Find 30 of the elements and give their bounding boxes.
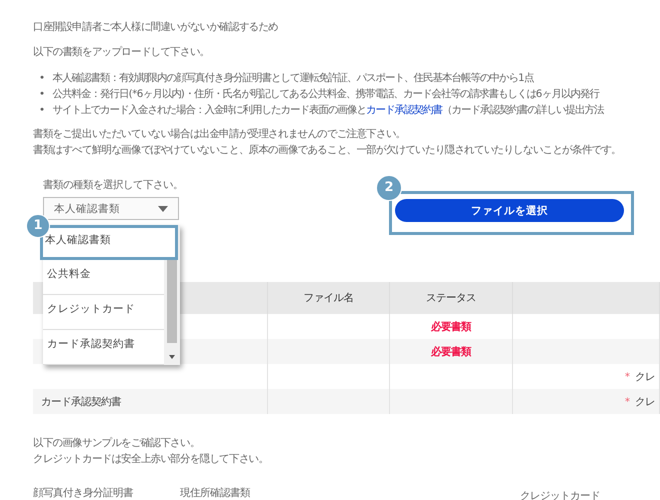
note-text: クレ: [635, 370, 655, 384]
select-label: 書類の種類を選択して下さい。: [43, 178, 184, 193]
requirement-item: 公共料金：発行日(*6ヶ月以内)・住所・氏名が明記してある公共料金、携帯電話、カード会社等の請求書もしくは6ヶ月以内発行: [52, 87, 599, 102]
dropdown-option[interactable]: 本人確認書類: [40, 225, 178, 260]
sample-label: 現住所確認書類: [180, 486, 251, 500]
warning-text: 書類はすべて鮮明な画像でぼやけていないこと、原本の画像であること、一部が欠けていたり隠されていたりしないことが条件です。: [33, 143, 622, 158]
intro-text: 口座開設申請者ご本人様に間違いがないか確認するため: [33, 20, 280, 35]
status-text: 必要書類: [390, 339, 513, 364]
note-text: クレ: [635, 394, 655, 410]
column-header: ファイル名: [268, 282, 390, 314]
sample-note: 以下の画像サンプルをご確認下さい。: [33, 436, 201, 451]
bullet-mark: •: [39, 87, 45, 102]
choose-file-button[interactable]: ファイルを選択: [395, 199, 624, 222]
caret-icon: [158, 206, 168, 212]
asterisk-mark: *: [624, 394, 630, 410]
bullet-mark: •: [39, 71, 45, 86]
column-header: ステータス: [390, 282, 513, 314]
asterisk-mark: *: [624, 370, 630, 384]
document-type-select[interactable]: 本人確認書類: [43, 197, 179, 220]
bullet-mark: •: [39, 103, 45, 118]
table-cell: カード承認契約書: [33, 389, 268, 414]
warning-text: 書類をご提出いただいていない場合は出金申請が受理されませんのでご注意下さい。: [33, 127, 406, 142]
requirement-item: サイト上でカード入金された場合：入金時に利用したカード表面の画像とカード承認契約書（カード承認契約書の詳しい提出方法: [52, 103, 604, 118]
requirement-item: 本人確認書類：有効期限内の顔写真付き身分証明書として運転免許証、パスポート、住民基本台帳等の中から1点: [52, 71, 534, 86]
contract-link[interactable]: カード承認契約書: [366, 104, 442, 116]
step-badge: 2: [376, 175, 402, 201]
sample-note: クレジットカードは安全上赤い部分を隠して下さい。: [33, 452, 270, 467]
sample-label: クレジットカード: [520, 489, 601, 500]
instruction-text: 以下の書類をアップロードして下さい。: [33, 45, 210, 60]
sample-label: 顔写真付き身分証明書: [33, 486, 134, 500]
